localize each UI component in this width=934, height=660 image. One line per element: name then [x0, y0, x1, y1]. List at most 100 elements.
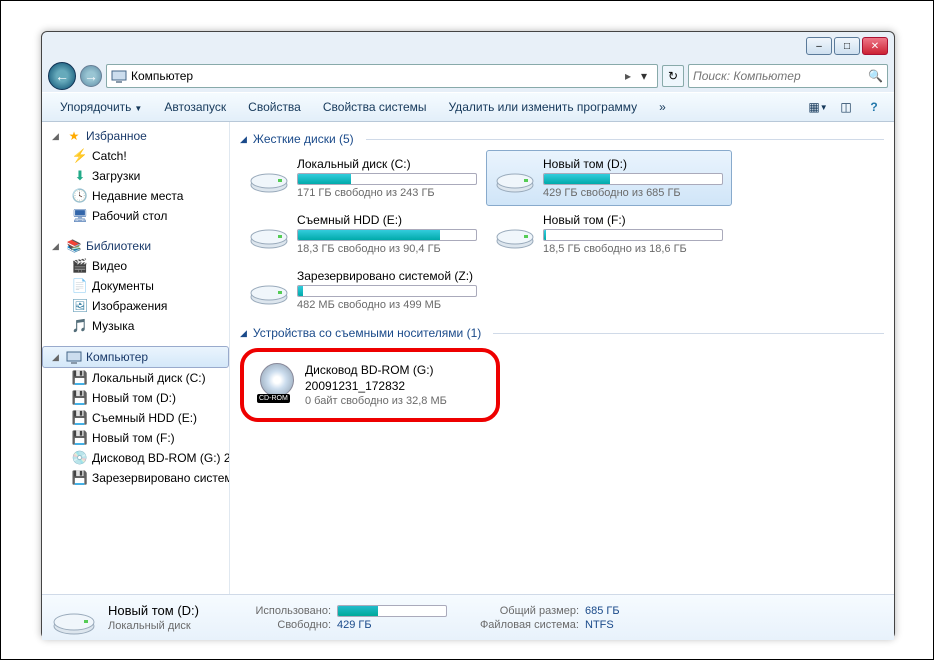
- collapse-icon[interactable]: ◢: [240, 134, 247, 145]
- properties-button[interactable]: Свойства: [238, 96, 311, 118]
- item-icon: ⬇: [72, 168, 88, 184]
- item-label: Catch!: [92, 149, 127, 163]
- view-icon[interactable]: ▦▼: [806, 96, 830, 118]
- preview-pane-icon[interactable]: ◫: [834, 96, 858, 118]
- free-label: Свободно:: [231, 619, 331, 631]
- hdd-icon: [495, 213, 535, 253]
- drive-4[interactable]: Зарезервировано системой (Z:) 482 МБ своб…: [240, 262, 486, 318]
- item-icon: 🎵: [72, 318, 88, 334]
- toolbar: Упорядочить▼ Автозапуск Свойства Свойств…: [42, 92, 894, 122]
- item-label: Рабочий стол: [92, 209, 167, 223]
- more-button[interactable]: »: [649, 96, 676, 118]
- removable-section-header[interactable]: ◢ Устройства со съемными носителями (1): [240, 322, 884, 344]
- item-label: Музыка: [92, 319, 134, 333]
- drive-name: Зарезервировано системой (Z:): [297, 269, 477, 283]
- used-bar: [337, 605, 447, 617]
- libraries-icon: 📚: [66, 238, 82, 254]
- uninstall-button[interactable]: Удалить или изменить программу: [439, 96, 648, 118]
- collapse-icon[interactable]: ◢: [52, 352, 62, 363]
- item-icon: 🖼: [72, 298, 88, 314]
- star-icon: ★: [66, 128, 82, 144]
- autoplay-button[interactable]: Автозапуск: [154, 96, 236, 118]
- collapse-icon[interactable]: ◢: [52, 241, 62, 252]
- minimize-button[interactable]: –: [806, 37, 832, 55]
- item-icon: 💾: [72, 430, 88, 446]
- sidebar-comp-4[interactable]: 💿Дисковод BD-ROM (G:) 2: [42, 448, 229, 468]
- status-bar: Новый том (D:) Локальный диск Использова…: [42, 594, 894, 640]
- drive-name: Съемный HDD (E:): [297, 213, 477, 227]
- item-icon: 🎬: [72, 258, 88, 274]
- sidebar-lib-3[interactable]: 🎵 Музыка: [42, 316, 229, 336]
- search-box[interactable]: 🔍: [688, 64, 888, 88]
- sidebar-comp-0[interactable]: 💾Локальный диск (C:): [42, 368, 229, 388]
- system-properties-button[interactable]: Свойства системы: [313, 96, 437, 118]
- hdd-icon: [249, 269, 289, 309]
- used-label: Использовано:: [231, 605, 331, 617]
- libraries-header[interactable]: ◢ 📚 Библиотеки: [42, 236, 229, 256]
- drive-name: Локальный диск (C:): [297, 157, 477, 171]
- sidebar-lib-0[interactable]: 🎬Видео: [42, 256, 229, 276]
- status-subtitle: Локальный диск: [108, 620, 199, 632]
- item-label: Новый том (D:): [92, 391, 176, 405]
- drive-name: Новый том (F:): [543, 213, 723, 227]
- forward-button[interactable]: →: [80, 65, 102, 87]
- fs-label: Файловая система:: [479, 619, 579, 631]
- drive-0[interactable]: Локальный диск (C:) 171 ГБ свободно из 24…: [240, 150, 486, 206]
- sidebar-comp-1[interactable]: 💾Новый том (D:): [42, 388, 229, 408]
- content-area: ◢ Жесткие диски (5) Локальный диск (C:) 1…: [230, 122, 894, 594]
- drive-free-text: 18,5 ГБ свободно из 18,6 ГБ: [543, 243, 723, 255]
- item-icon: 📄: [72, 278, 88, 294]
- total-label: Общий размер:: [479, 605, 579, 617]
- close-button[interactable]: ✕: [862, 37, 888, 55]
- highlight-annotation: CD-ROM Дисковод BD-ROM (G:) 20091231_172…: [240, 348, 500, 422]
- drive-free-text: 482 МБ свободно из 499 МБ: [297, 299, 477, 311]
- item-icon: 🕓: [72, 188, 88, 204]
- drive-3[interactable]: Новый том (F:) 18,5 ГБ свободно из 18,6 Г…: [486, 206, 732, 262]
- computer-icon: [66, 349, 82, 365]
- maximize-button[interactable]: □: [834, 37, 860, 55]
- capacity-bar: [297, 229, 477, 241]
- fs-value: NTFS: [585, 619, 614, 631]
- computer-icon: [111, 68, 127, 84]
- drive-icon: [52, 598, 96, 638]
- hdd-icon: [495, 157, 535, 197]
- search-input[interactable]: [693, 69, 868, 83]
- item-icon: 🖥: [72, 208, 88, 224]
- address-bar: ← → Компьютер ▸ ▾ ↻ 🔍: [42, 60, 894, 92]
- sidebar-comp-5[interactable]: 💾Зарезервировано систем: [42, 468, 229, 488]
- sidebar-comp-2[interactable]: 💾Съемный HDD (E:): [42, 408, 229, 428]
- drive-2[interactable]: Съемный HDD (E:) 18,3 ГБ свободно из 90,4…: [240, 206, 486, 262]
- sidebar-lib-2[interactable]: 🖼Изображения: [42, 296, 229, 316]
- drive-bdrom[interactable]: CD-ROM Дисковод BD-ROM (G:) 20091231_172…: [248, 356, 492, 414]
- address-dropdown[interactable]: ▾: [635, 69, 653, 83]
- drive-1[interactable]: Новый том (D:)429 ГБ свободно из 685 ГБ: [486, 150, 732, 206]
- computer-header[interactable]: ◢ Компьютер: [42, 346, 229, 368]
- item-label: Загрузки: [92, 169, 140, 183]
- item-label: Недавние места: [92, 189, 183, 203]
- sidebar-fav-1[interactable]: ⬇ Загрузки: [42, 166, 229, 186]
- hdd-section-header[interactable]: ◢ Жесткие диски (5): [240, 128, 884, 150]
- help-icon[interactable]: ?: [862, 96, 886, 118]
- breadcrumb-separator[interactable]: ▸: [625, 69, 631, 83]
- collapse-icon[interactable]: ◢: [52, 131, 62, 142]
- sidebar-lib-1[interactable]: 📄Документы: [42, 276, 229, 296]
- refresh-button[interactable]: ↻: [662, 65, 684, 87]
- drive-free-text: 18,3 ГБ свободно из 90,4 ГБ: [297, 243, 477, 255]
- sidebar-fav-0[interactable]: ⚡Catch!: [42, 146, 229, 166]
- drive-name: Дисковод BD-ROM (G:): [305, 363, 483, 377]
- collapse-icon[interactable]: ◢: [240, 328, 247, 339]
- sidebar-fav-2[interactable]: 🕓 Недавние места: [42, 186, 229, 206]
- favorites-header[interactable]: ◢ ★ Избранное: [42, 126, 229, 146]
- sidebar-comp-3[interactable]: 💾Новый том (F:): [42, 428, 229, 448]
- drive-free-text: 171 ГБ свободно из 243 ГБ: [297, 187, 477, 199]
- address-box[interactable]: Компьютер ▸ ▾: [106, 64, 658, 88]
- capacity-bar: [297, 173, 477, 185]
- computer-group: ◢ Компьютер 💾Локальный диск (C:)💾Новый т…: [42, 346, 229, 488]
- item-icon: 💾: [72, 370, 88, 386]
- hdd-icon: [249, 213, 289, 253]
- drive-volume-label: 20091231_172832: [305, 379, 483, 393]
- back-button[interactable]: ←: [48, 62, 76, 90]
- divider: [493, 333, 884, 334]
- sidebar-fav-3[interactable]: 🖥 Рабочий стол: [42, 206, 229, 226]
- organize-button[interactable]: Упорядочить▼: [50, 96, 152, 118]
